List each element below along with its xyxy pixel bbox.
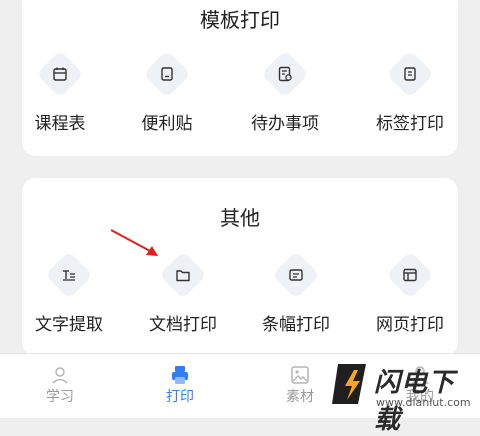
item-course-schedule[interactable]: 课程表 bbox=[10, 49, 110, 134]
text-extract-icon bbox=[44, 250, 94, 300]
nav-item-material[interactable]: 素材 bbox=[270, 364, 330, 406]
item-label: 条幅打印 bbox=[262, 315, 330, 335]
item-banner-print[interactable]: 条幅打印 bbox=[246, 250, 346, 335]
webpage-icon bbox=[385, 250, 435, 300]
nav-item-study[interactable]: 学习 bbox=[30, 364, 90, 406]
item-todo[interactable]: 待办事项 bbox=[235, 49, 335, 134]
other-card: 其他 文字提取 文档打印 条幅打印 网页打印 bbox=[22, 178, 458, 356]
item-label: 便利贴 bbox=[141, 114, 193, 134]
item-sticky-note[interactable]: 便利贴 bbox=[117, 49, 217, 134]
nav-label: 素材 bbox=[286, 389, 314, 405]
item-label: 网页打印 bbox=[376, 315, 444, 335]
item-text-extract[interactable]: 文字提取 bbox=[19, 250, 119, 335]
nav-item-print[interactable]: 打印 bbox=[150, 364, 210, 406]
sticky-note-icon bbox=[142, 49, 192, 99]
folder-icon bbox=[158, 250, 208, 300]
template-print-card: 模板打印 课程表 便利贴 待办事项 标签打印 bbox=[22, 0, 458, 156]
section-title-other: 其他 bbox=[220, 206, 260, 230]
image-icon bbox=[270, 364, 330, 386]
todo-list-icon bbox=[260, 49, 310, 99]
item-document-print[interactable]: 文档打印 bbox=[133, 250, 233, 335]
lightning-bolt-icon bbox=[332, 364, 366, 404]
watermark-url: www.dianlut.com bbox=[376, 396, 471, 409]
study-icon bbox=[30, 364, 90, 386]
nav-label: 打印 bbox=[166, 389, 194, 405]
item-label: 标签打印 bbox=[376, 114, 444, 134]
annotation-arrow bbox=[110, 229, 158, 256]
item-webpage-print[interactable]: 网页打印 bbox=[360, 250, 460, 335]
banner-icon bbox=[271, 250, 321, 300]
item-label: 课程表 bbox=[34, 114, 86, 134]
calendar-icon bbox=[35, 49, 85, 99]
section-title-template: 模板打印 bbox=[200, 8, 280, 32]
watermark-logo: 闪电下载 www.dianlut.com bbox=[330, 358, 478, 435]
nav-label: 学习 bbox=[46, 389, 74, 405]
label-icon bbox=[385, 49, 435, 99]
item-label: 待办事项 bbox=[251, 114, 319, 134]
item-label-print[interactable]: 标签打印 bbox=[360, 49, 460, 134]
item-label: 文字提取 bbox=[35, 315, 103, 335]
item-label: 文档打印 bbox=[149, 315, 217, 335]
printer-icon bbox=[150, 364, 210, 386]
